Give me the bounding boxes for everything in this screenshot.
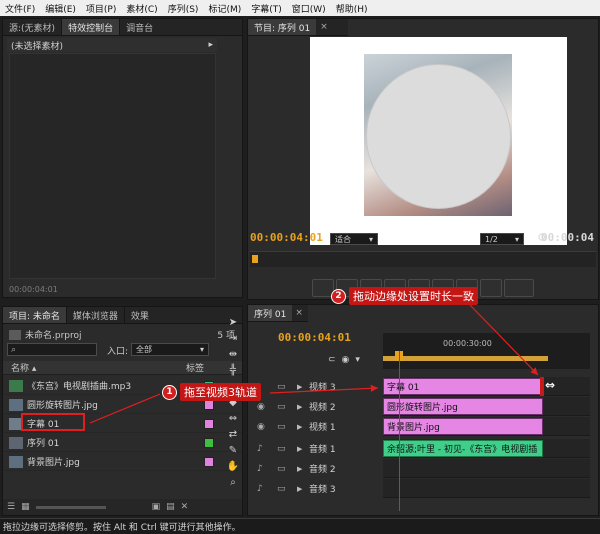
arrow-to-video-3 xyxy=(269,384,379,394)
annotation-arrows xyxy=(89,304,539,424)
arrow-to-trim-edge xyxy=(469,304,539,376)
status-bar: 拖拉边缘可选择修剪。按住 Alt 和 Ctrl 键可进行其他操作。 xyxy=(0,518,600,534)
arrow-to-annotation-1 xyxy=(89,393,161,424)
